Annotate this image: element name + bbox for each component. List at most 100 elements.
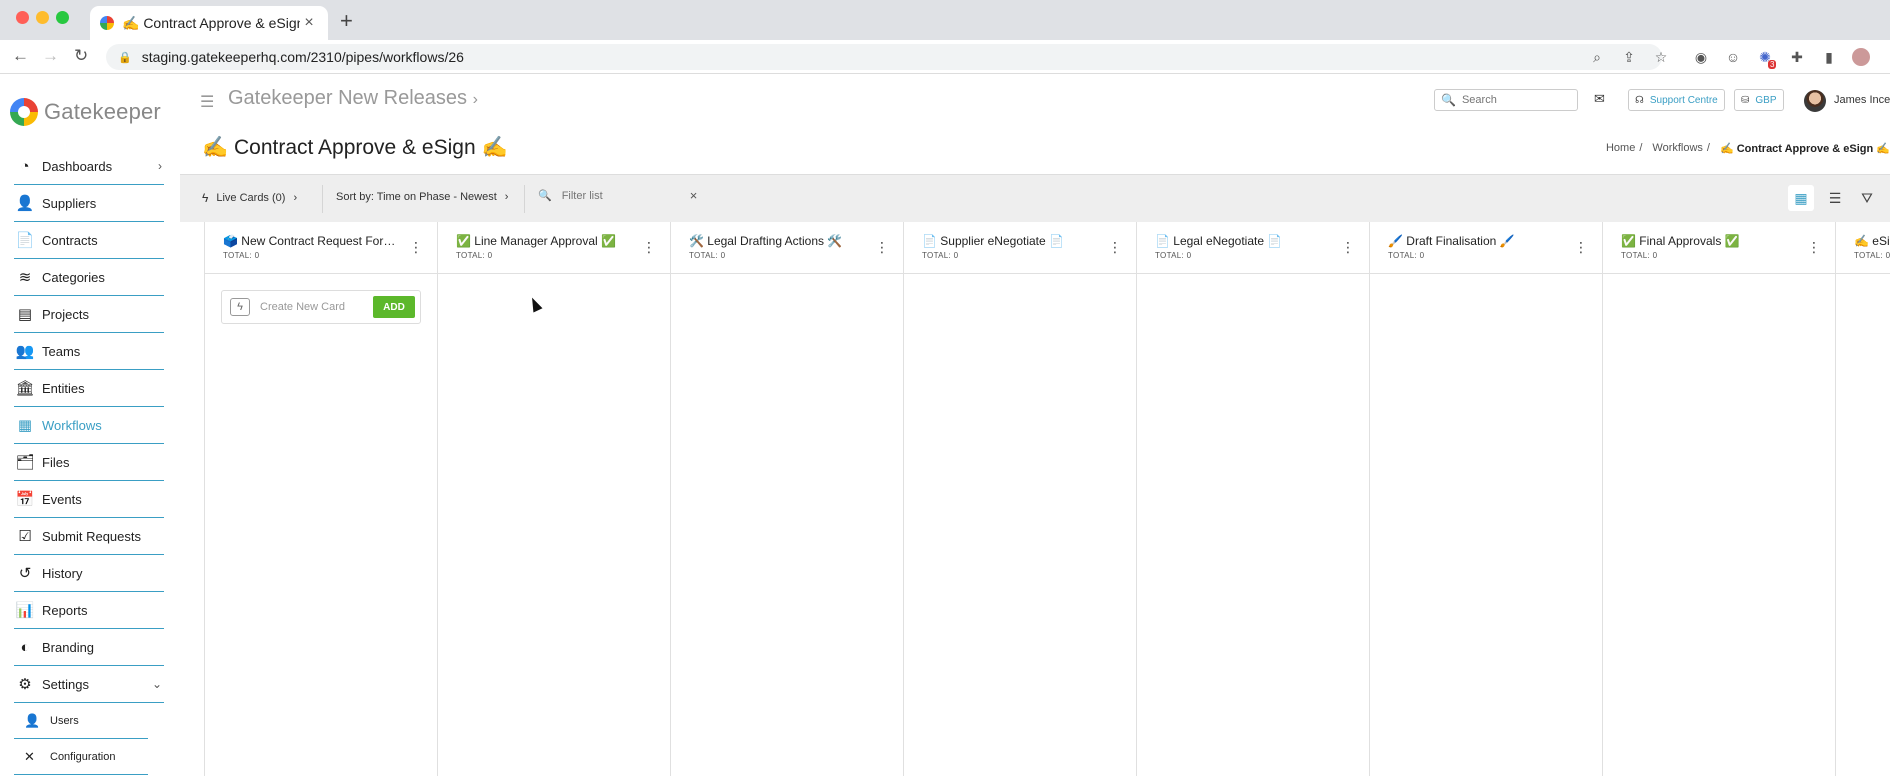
messages-icon[interactable]: ✉ [1594, 91, 1605, 107]
chevron-icon[interactable]: › [158, 159, 162, 173]
extension-badge-count: 3 [1768, 60, 1777, 69]
sidebar-subitem-users[interactable]: 👤 Users [14, 703, 148, 739]
maximize-window-button[interactable] [56, 11, 69, 24]
grid-view-icon[interactable]: ▦ [1788, 185, 1814, 211]
breadcrumb-workflows[interactable]: Workflows [1652, 142, 1703, 155]
column-total: TOTAL: 0 [223, 251, 260, 260]
filter-list[interactable]: 🔍 × [538, 188, 697, 203]
breadcrumb-separator: / [1639, 142, 1643, 154]
support-centre-label: Support Centre [1649, 94, 1718, 106]
gauge-icon: ◔ [20, 157, 30, 175]
sidebar-item-settings[interactable]: ⚙ Settings ⌄ [14, 666, 164, 703]
search-input[interactable] [1461, 94, 1572, 106]
sidebar-item-teams[interactable]: 👥 Teams [14, 333, 164, 370]
column-menu-icon[interactable]: ⋮ [409, 240, 423, 254]
address-bar[interactable]: 🔒 staging.gatekeeperhq.com/2310/pipes/wo… [106, 44, 1662, 70]
app-logo[interactable]: Gatekeeper [10, 98, 161, 126]
column-header[interactable]: ✅ Line Manager Approval ✅ TOTAL: 0 ⋮ [438, 222, 670, 274]
column-menu-icon[interactable]: ⋮ [1807, 240, 1821, 254]
workspace-switcher[interactable]: Gatekeeper New Releases › [228, 87, 478, 110]
puzzle-icon[interactable]: ✚ [1788, 48, 1806, 66]
profile-avatar-icon[interactable] [1852, 48, 1870, 66]
filter-list-input[interactable] [561, 189, 682, 202]
create-new-card[interactable]: ϟ Create New Card ADD [221, 290, 421, 324]
board-column: 📄 Supplier eNegotiate 📄 TOTAL: 0 ⋮ [903, 222, 1136, 776]
currency-button[interactable]: ⛁ GBP [1734, 89, 1784, 111]
reload-icon[interactable]: ↻ [74, 46, 88, 66]
sidebar-item-label: Submit Requests [42, 528, 141, 544]
column-header[interactable]: ✍️ eSignTOTAL: 0⋮ [1836, 222, 1890, 274]
minimize-window-button[interactable] [36, 11, 49, 24]
extension-avatar-icon[interactable]: ☺ [1724, 48, 1742, 66]
sort-dropdown[interactable]: Sort by: Time on Phase - Newest › [336, 191, 508, 203]
add-card-button[interactable]: ADD [373, 296, 415, 318]
column-header[interactable]: 📄 Legal eNegotiate 📄 TOTAL: 0 ⋮ [1137, 222, 1369, 274]
sidebar-subitem-configuration[interactable]: ✕ Configuration [14, 739, 148, 775]
sidebar-item-files[interactable]: 🗂 Files [14, 444, 164, 481]
column-total: TOTAL: 0 [922, 251, 959, 260]
sidebar-item-submit-requests[interactable]: ☑ Submit Requests [14, 518, 164, 555]
sidebar-nav: ◔ Dashboards › 👤 Suppliers 📄 Contracts ≋ Categor… [14, 148, 164, 775]
currency-label: GBP [1755, 94, 1777, 106]
sidebar-item-branding[interactable]: ◐ Branding [14, 629, 164, 666]
logo-text: Gatekeeper [44, 99, 161, 124]
column-menu-icon[interactable]: ⋮ [1108, 240, 1122, 254]
sidebar-toggle-icon[interactable]: ▮ [1820, 48, 1838, 66]
sidebar-item-entities[interactable]: 🏛 Entities [14, 370, 164, 407]
sidebar-item-projects[interactable]: ▤ Projects [14, 296, 164, 333]
camera-icon[interactable]: ◉ [1692, 48, 1710, 66]
divider [524, 185, 525, 213]
column-menu-icon[interactable]: ⋮ [1341, 240, 1355, 254]
sidebar-item-suppliers[interactable]: 👤 Suppliers [14, 185, 164, 222]
close-window-button[interactable] [16, 11, 29, 24]
sidebar-item-label: Workflows [42, 417, 102, 433]
filter-icon[interactable]: ⛛ [1854, 185, 1880, 211]
column-total: TOTAL: 0 [1854, 251, 1890, 260]
workspace-chevron-icon: › [472, 91, 478, 108]
support-centre-button[interactable]: ☊ Support Centre [1628, 89, 1725, 111]
chevron-icon[interactable]: ⌄ [152, 677, 162, 691]
back-icon[interactable]: ← [12, 46, 29, 66]
column-menu-icon[interactable]: ⋮ [875, 240, 889, 254]
page-title: ✍️ Contract Approve & eSign ✍️ [202, 136, 508, 159]
new-tab-icon[interactable]: + [340, 8, 353, 34]
global-search[interactable]: 🔍 [1434, 89, 1578, 111]
live-cards-dropdown[interactable]: ϟ Live Cards (0) › [202, 191, 297, 205]
column-header[interactable]: 📄 Supplier eNegotiate 📄 TOTAL: 0 ⋮ [904, 222, 1136, 274]
zoom-icon[interactable]: ⌕ [1588, 48, 1606, 66]
sidebar-item-label: Events [42, 491, 82, 507]
sidebar-item-events[interactable]: 📅 Events [14, 481, 164, 518]
forward-icon[interactable]: → [42, 46, 59, 66]
column-menu-icon[interactable]: ⋮ [1574, 240, 1588, 254]
tab-close-icon[interactable]: × [300, 14, 318, 32]
column-header[interactable]: 🗳️ New Contract Request Form ... TOTAL: 0… [205, 222, 437, 274]
divider [322, 185, 323, 213]
column-header[interactable]: ✅ Final Approvals ✅ TOTAL: 0 ⋮ [1603, 222, 1835, 274]
browser-tab[interactable]: ✍️ Contract Approve & eSign ✍️ × [90, 6, 328, 40]
sidebar-item-contracts[interactable]: 📄 Contracts [14, 222, 164, 259]
sidebar-item-workflows[interactable]: ▦ Workflows [14, 407, 164, 444]
create-new-card-input[interactable]: Create New Card [260, 301, 373, 313]
sidebar-item-reports[interactable]: 📊 Reports [14, 592, 164, 629]
sidebar-item-label: Reports [42, 602, 88, 618]
projects-icon: ▤ [17, 306, 33, 323]
bookmark-star-icon[interactable]: ☆ [1652, 48, 1670, 66]
share-icon[interactable]: ⇪ [1620, 48, 1638, 66]
list-view-icon[interactable]: ☰ [1822, 185, 1848, 211]
user-avatar[interactable] [1804, 90, 1826, 112]
hamburger-menu-icon[interactable]: ☰ [200, 92, 214, 112]
checklist-icon: ☑ [18, 528, 32, 545]
column-menu-icon[interactable]: ⋮ [642, 240, 656, 254]
board-column: 🖌️ Draft Finalisation 🖌️ TOTAL: 0 ⋮ [1369, 222, 1602, 776]
sidebar-item-history[interactable]: ↺ History [14, 555, 164, 592]
column-header[interactable]: 🖌️ Draft Finalisation 🖌️ TOTAL: 0 ⋮ [1370, 222, 1602, 274]
clear-filter-icon[interactable]: × [690, 188, 698, 203]
column-title: ✅ Line Manager Approval ✅ [456, 234, 616, 248]
column-header[interactable]: 🛠️ Legal Drafting Actions 🛠️ TOTAL: 0 ⋮ [671, 222, 903, 274]
sidebar-item-dashboards[interactable]: ◔ Dashboards › [14, 148, 164, 185]
breadcrumb-home[interactable]: Home [1606, 142, 1635, 155]
workspace-name: Gatekeeper New Releases [228, 87, 468, 109]
user-name[interactable]: James Ince [1834, 94, 1890, 106]
gear-icon: ⚙ [18, 676, 32, 693]
sidebar-item-categories[interactable]: ≋ Categories [14, 259, 164, 296]
